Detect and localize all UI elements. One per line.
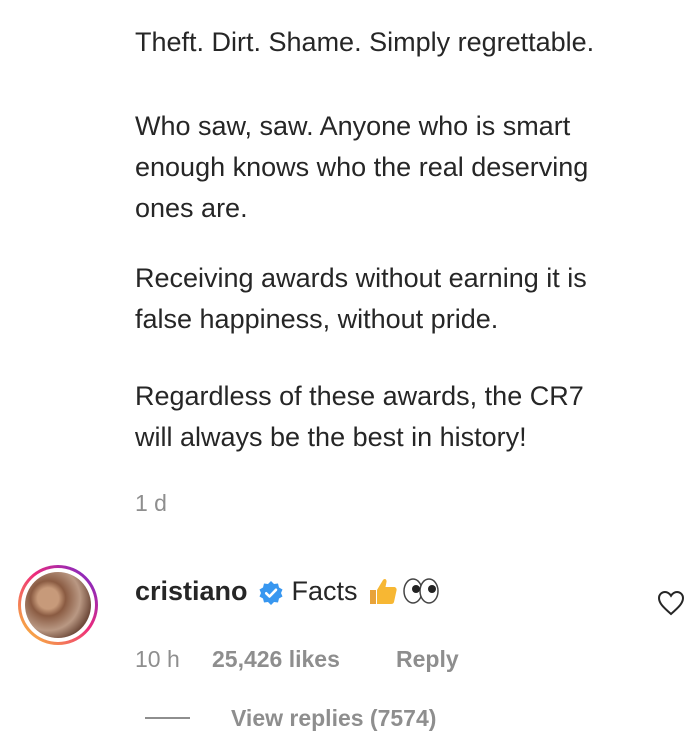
comment-username[interactable]: cristiano [135,572,248,610]
avatar-ring [21,568,95,642]
caption-line-7: Regardless of these awards, the CR7 [135,381,584,411]
comment-timestamp[interactable]: 10 h [135,646,180,673]
view-replies-button[interactable]: View replies (7574) [231,705,436,732]
caption-line-1: Theft. Dirt. Shame. Simply regrettable. [135,27,595,57]
avatar[interactable] [18,565,98,645]
comment-text: Facts [291,576,358,606]
caption-line-8: will always be the best in history! [135,422,527,452]
avatar-photo [25,572,91,638]
comment-emoji [366,574,442,608]
likes-count[interactable]: 25,426 likes [212,646,340,673]
comment-row: cristiano Facts [135,572,442,610]
caption-line-4: ones are. [135,193,248,223]
caption-line-3: enough knows who the real deserving [135,152,589,182]
replies-divider [145,717,190,719]
eyes-icon [402,578,439,604]
thumbs-up-icon [369,578,397,604]
like-heart-icon[interactable] [657,590,685,616]
caption-line-6: false happiness, without pride. [135,304,499,334]
reply-button[interactable]: Reply [396,646,459,673]
verified-badge-icon [258,578,284,605]
caption-timestamp[interactable]: 1 d [135,490,167,517]
caption-line-2: Who saw, saw. Anyone who is smart [135,111,571,141]
caption-line-5: Receiving awards without earning it is [135,263,587,293]
